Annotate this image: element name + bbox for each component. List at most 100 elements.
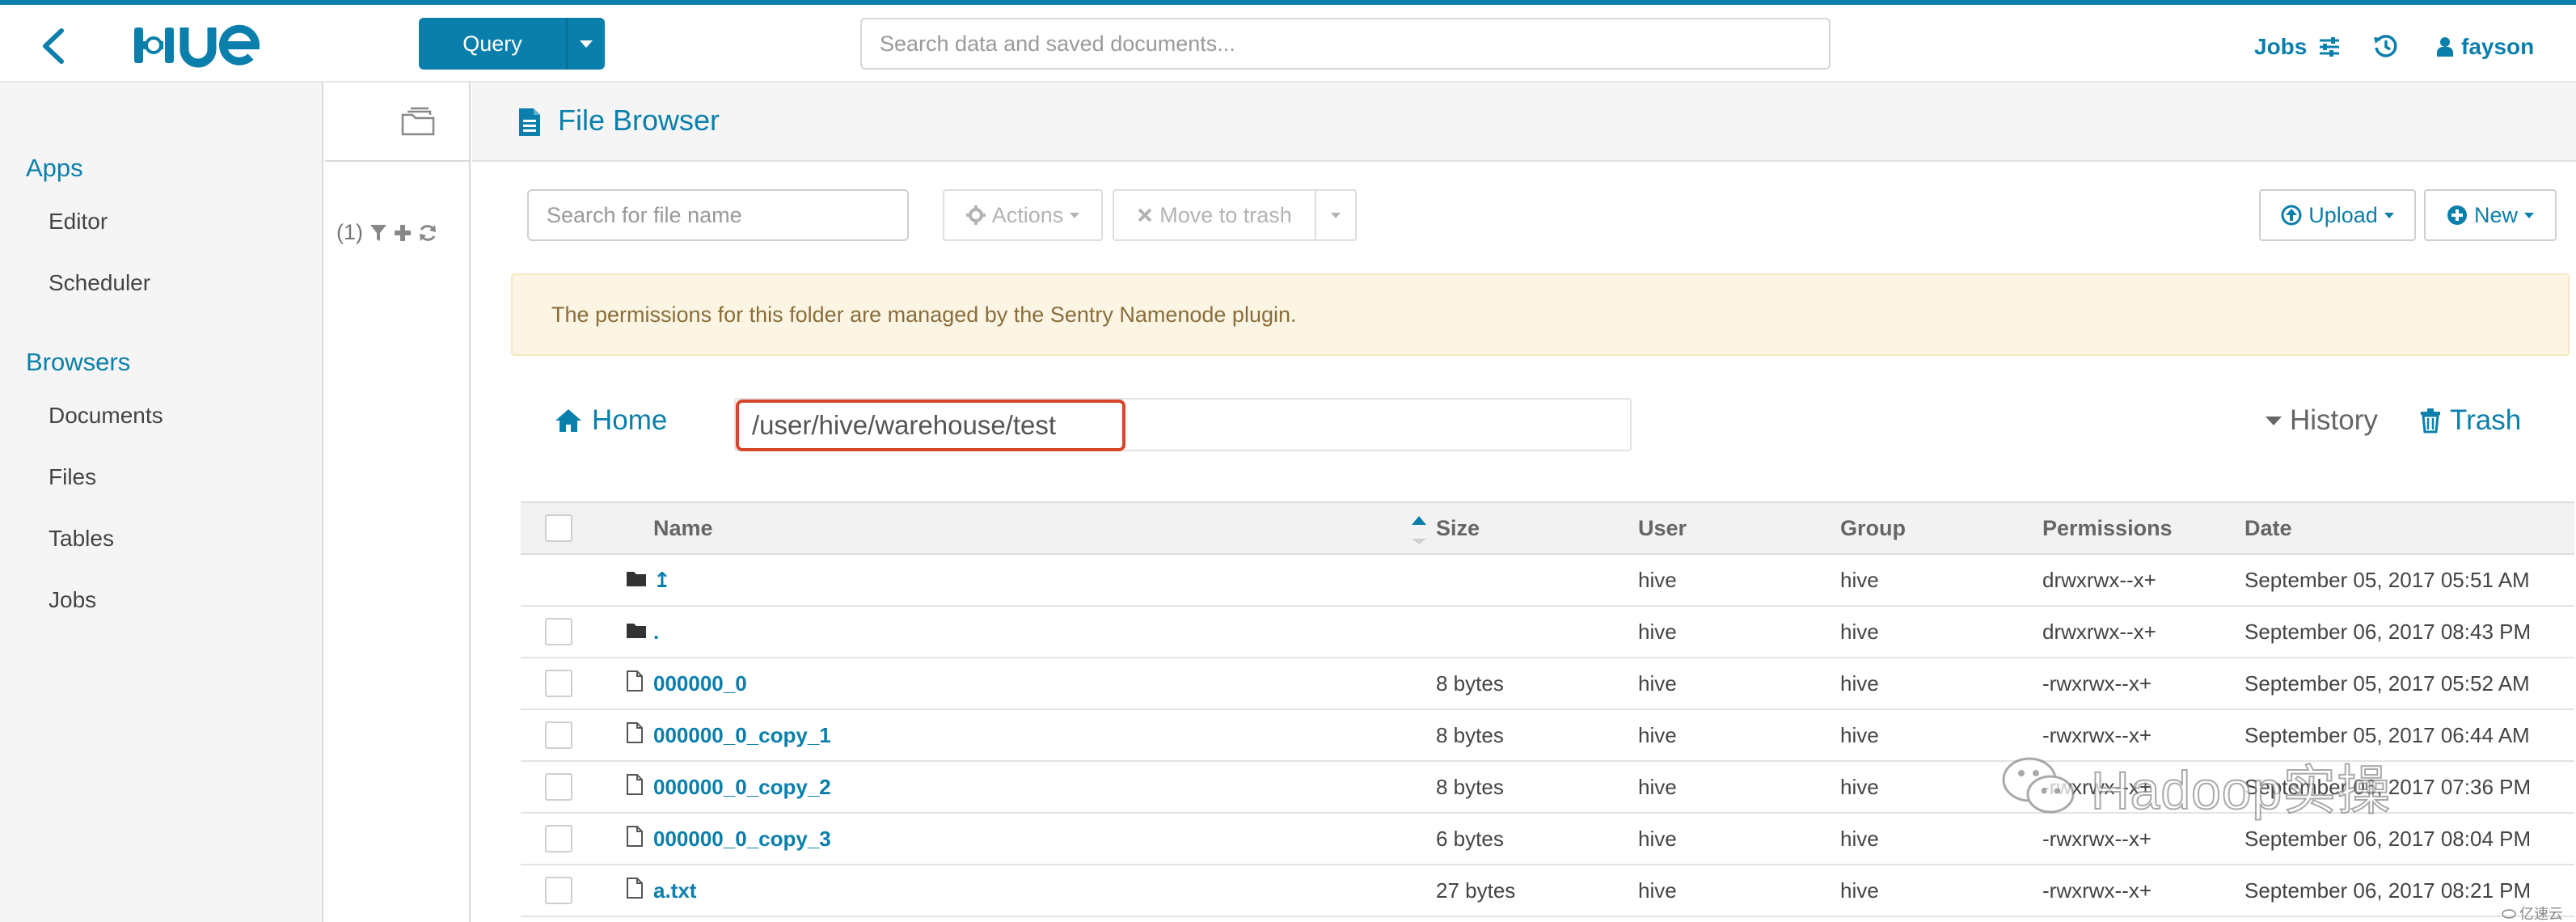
actions-button[interactable]: Actions (943, 189, 1103, 241)
home-link[interactable]: Home (555, 404, 667, 437)
sidebar-item-scheduler[interactable]: Scheduler (49, 270, 150, 296)
row-name-cell: 000000_0_copy_1 (653, 709, 1436, 762)
file-name-link[interactable]: a.txt (653, 878, 696, 903)
file-name-link[interactable]: 000000_0_copy_3 (653, 827, 831, 851)
table-row[interactable]: 000000_0_copy_1 8 bytes hive hive -rwxrwx--x… (521, 709, 2574, 762)
file-name-search-input[interactable] (527, 189, 909, 241)
assist-panel-header (325, 82, 469, 162)
query-button[interactable]: Query (419, 18, 605, 70)
row-checkbox[interactable] (545, 670, 572, 698)
assist-controls: (1) (336, 220, 437, 245)
query-dropdown-toggle[interactable] (566, 18, 605, 70)
caret-down-icon (2524, 212, 2534, 218)
row-type-cell (593, 813, 653, 865)
row-name-cell: ↥ (653, 554, 1436, 607)
table-row[interactable]: 000000_0 8 bytes hive hive -rwxrwx--x+ Septem… (521, 658, 2574, 710)
row-checkbox[interactable] (545, 825, 572, 853)
corner-watermark: 亿速云 (2502, 903, 2563, 922)
row-user-cell: hive (1638, 606, 1840, 658)
caret-down-icon (2384, 212, 2394, 218)
row-user-cell: hive (1638, 761, 1840, 814)
current-path-input[interactable] (736, 400, 1125, 451)
trash-options-dropdown[interactable] (1315, 189, 1357, 241)
table-row[interactable]: 000000_0_copy_2 8 bytes hive hive -rwxrwx--x… (521, 761, 2574, 814)
jobs-button[interactable]: Jobs (2254, 34, 2341, 60)
select-all-checkbox[interactable] (545, 514, 572, 542)
file-name-link[interactable]: ↥ (653, 568, 671, 592)
alert-text: The permissions for this folder are mana… (551, 302, 1297, 327)
home-label: Home (592, 404, 668, 436)
user-menu[interactable]: fayson (2437, 34, 2534, 60)
refresh-icon[interactable] (418, 223, 437, 243)
sidebar-section-apps[interactable]: Apps (26, 154, 83, 183)
row-checkbox[interactable] (545, 721, 572, 750)
file-name-link[interactable]: 000000_0_copy_2 (653, 775, 831, 799)
user-column-header[interactable]: User (1638, 501, 1840, 555)
sentry-permissions-alert: The permissions for this folder are mana… (511, 273, 2570, 356)
row-name-cell: a.txt (653, 865, 1436, 917)
sidebar-section-browsers[interactable]: Browsers (26, 348, 130, 377)
row-select-cell (521, 761, 593, 814)
folder-icon (627, 571, 646, 586)
table-row[interactable]: 000000_0_copy_3 6 bytes hive hive -rwxrwx--x… (521, 813, 2574, 865)
hue-logo[interactable] (133, 23, 294, 68)
plus-icon[interactable] (394, 224, 412, 242)
history-icon[interactable] (2372, 32, 2400, 60)
new-label: New (2473, 202, 2518, 227)
row-checkbox[interactable] (545, 773, 572, 801)
size-column-header[interactable]: Size (1436, 501, 1638, 555)
file-name-link[interactable]: 000000_0 (653, 671, 747, 696)
back-arrow-icon[interactable] (37, 27, 70, 65)
trash-label: Trash (2450, 404, 2522, 436)
filter-icon[interactable] (370, 223, 387, 243)
table-row[interactable]: a.txt 27 bytes hive hive -rwxrwx--x+ Septembe… (521, 865, 2574, 917)
trash-link[interactable]: Trash (2419, 404, 2521, 437)
sidebar-item-editor[interactable]: Editor (49, 209, 108, 235)
table-row[interactable]: ↥ hive hive drwxrwx--x+ September 05, 2017 0… (521, 554, 2574, 607)
file-name-link[interactable]: 000000_0_copy_1 (653, 723, 831, 747)
row-size-cell (1436, 606, 1638, 658)
times-icon (1138, 208, 1152, 222)
row-select-cell (521, 865, 593, 917)
plus-circle-icon (2447, 205, 2467, 225)
date-column-header[interactable]: Date (2244, 501, 2574, 555)
history-dropdown[interactable]: History (2266, 404, 2378, 437)
upload-button[interactable]: Upload (2259, 189, 2416, 241)
row-type-cell (593, 761, 653, 814)
move-to-trash-label: Move to trash (1159, 202, 1292, 227)
new-button[interactable]: New (2424, 189, 2557, 241)
name-column-label: Name (653, 515, 713, 540)
file-name-link[interactable]: . (653, 620, 659, 644)
row-user-cell: hive (1638, 658, 1840, 710)
row-select-cell (521, 709, 593, 762)
group-column-header[interactable]: Group (1840, 501, 2042, 555)
table-header-row: Name Size User Group Permissions Date (521, 501, 2574, 555)
caret-down-icon (2266, 416, 2282, 425)
row-size-cell (1436, 554, 1638, 607)
row-name-cell: 000000_0_copy_2 (653, 761, 1436, 814)
permissions-column-header[interactable]: Permissions (2042, 501, 2244, 555)
row-user-cell: hive (1638, 554, 1840, 607)
row-type-cell (593, 865, 653, 917)
home-icon (555, 409, 581, 432)
row-checkbox[interactable] (545, 877, 572, 905)
row-permissions-cell: -rwxrwx--x+ (2042, 865, 2244, 917)
row-size-cell: 8 bytes (1436, 761, 1638, 814)
file-icon (627, 670, 643, 692)
row-group-cell: hive (1840, 865, 2042, 917)
name-column-header[interactable]: Name (653, 501, 1436, 555)
folder-stack-icon[interactable] (399, 105, 438, 137)
table-row[interactable]: . hive hive drwxrwx--x+ September 06, 2017 0… (521, 606, 2574, 658)
file-browser-main: File Browser Actions Move to trash Uploa… (472, 82, 2576, 922)
move-to-trash-button[interactable]: Move to trash (1113, 189, 1316, 241)
sidebar-item-documents[interactable]: Documents (49, 403, 163, 429)
sidebar-item-files[interactable]: Files (49, 464, 96, 490)
sidebar-item-tables[interactable]: Tables (49, 526, 114, 552)
row-checkbox[interactable] (545, 618, 572, 646)
row-group-cell: hive (1840, 606, 2042, 658)
caret-down-icon (1331, 212, 1341, 218)
global-search-input[interactable] (860, 18, 1831, 70)
sidebar-item-jobs[interactable]: Jobs (49, 587, 96, 613)
row-select-cell (521, 813, 593, 865)
document-icon (519, 108, 540, 136)
